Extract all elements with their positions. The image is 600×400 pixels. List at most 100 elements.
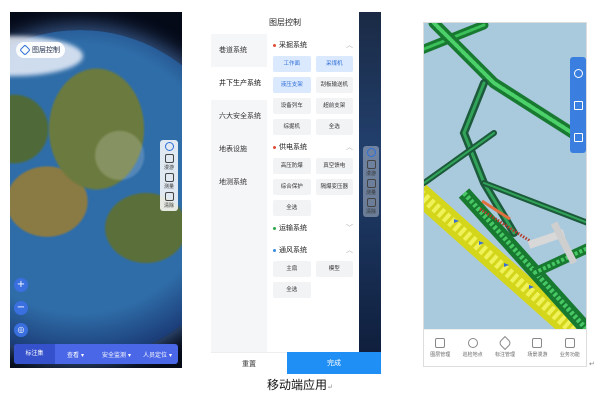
locate-button[interactable]: ◎ [14, 323, 28, 337]
tab-inspection-points[interactable]: 巡检地点 [456, 330, 488, 366]
chip-working-face[interactable]: 工作面 [273, 56, 311, 72]
measure-label: 测量 [163, 184, 174, 190]
nav-six-safety-systems[interactable]: 六大安全系统 [211, 100, 267, 133]
location-pin-icon [366, 148, 376, 157]
tab-view[interactable]: 查看 ▾ [55, 350, 96, 359]
tab-label: 业务功能 [559, 352, 580, 358]
section-ventilation[interactable]: 通风系统 ︿ [273, 243, 353, 257]
section-dot [273, 145, 276, 149]
tab-annotation-management[interactable]: 标注管理 [489, 330, 521, 366]
nav-survey-system[interactable]: 地测系统 [211, 166, 267, 199]
mining-chips: 工作面 采煤机 液压支架 刮板输送机 设备列车 超前支架 综掘机 全选 [273, 56, 353, 135]
chip-combined-protection[interactable]: 综合保护 [273, 179, 311, 195]
tab-business-functions[interactable]: 业务功能 [554, 330, 586, 366]
chevron-up-icon: ︿ [346, 143, 353, 151]
section-title: 供电系统 [279, 143, 307, 151]
chip-scraper-conveyor[interactable]: 刮板输送机 [315, 77, 353, 93]
chip-roadheader[interactable]: 综掘机 [273, 119, 311, 135]
return-mark: ↵ [327, 383, 333, 391]
panel-title: 图层控制 [269, 18, 301, 27]
chip-select-all[interactable]: 全选 [315, 119, 353, 135]
location-tool[interactable] [161, 142, 177, 152]
map-tools-behind: 漫游 测量 清除 [363, 146, 379, 217]
nav-underground-production[interactable]: 井下生产系统 [211, 67, 267, 100]
tab-scene-roaming[interactable]: 场景漫游 [521, 330, 553, 366]
layer-control-button[interactable]: 图层控制 [16, 42, 65, 58]
tab-safety-monitoring[interactable]: 安全监测 ▾ [96, 350, 137, 359]
chip-equipment-train[interactable]: 设备列车 [273, 98, 311, 114]
ruler-icon [366, 179, 376, 188]
map-background-strip: 漫游 测量 清除 [359, 12, 381, 364]
person-pin-icon [467, 338, 478, 348]
roam-label: 漫游 [365, 171, 376, 177]
layer-options-panel: 采掘系统 ︿ 工作面 采煤机 液压支架 刮板输送机 设备列车 超前支架 综掘机 全… [267, 34, 359, 352]
section-title: 采掘系统 [279, 41, 307, 49]
earth-globe[interactable] [10, 30, 182, 360]
clear-tool[interactable]: 清除 [161, 192, 177, 209]
done-button[interactable]: 完成 [287, 352, 381, 374]
zoom-out-button[interactable]: − [14, 301, 28, 315]
roam-tool[interactable]: 漫游 [161, 154, 177, 171]
roam-tool[interactable]: 漫游 [363, 160, 379, 177]
fan-icon[interactable] [573, 132, 583, 142]
chevron-up-icon: ︿ [346, 41, 353, 49]
wind-icon[interactable] [573, 100, 583, 110]
layers-icon [19, 44, 31, 56]
tab-label: 巡检地点 [462, 352, 483, 358]
tab-annotation-set[interactable]: 标注集 [14, 344, 55, 364]
reset-button[interactable]: 重置 [211, 352, 287, 374]
scene-tool-rail [570, 57, 586, 153]
map-tools: 漫游 测量 清除 [160, 140, 178, 211]
section-mining[interactable]: 采掘系统 ︿ [273, 38, 353, 52]
section-power[interactable]: 供电系统 ︿ [273, 140, 353, 154]
section-dot [273, 43, 276, 47]
nav-roadway-system[interactable]: 巷道系统 [211, 34, 267, 67]
clear-tool[interactable]: 清除 [363, 198, 379, 215]
layer-control-label: 图层控制 [32, 46, 60, 54]
globe-view-screen: 图层控制 漫游 测量 清除 + − ◎ 标注集 查看 ▾ 安全监测 ▾ 人员定位… [10, 12, 182, 368]
ventilation-chips: 主扇 模型 全选 [273, 261, 353, 298]
tab-layer-management[interactable]: 图层管理 [424, 330, 456, 366]
measure-label: 测量 [365, 190, 376, 196]
measure-tool[interactable]: 测量 [363, 179, 379, 196]
chip-advance-support[interactable]: 超前支架 [315, 98, 353, 114]
roam-icon [366, 160, 376, 169]
zoom-in-button[interactable]: + [14, 278, 28, 292]
section-title: 通风系统 [279, 246, 307, 254]
location-tool[interactable] [363, 148, 379, 158]
tunnel-network-drawing [424, 23, 586, 340]
category-nav: 巷道系统 井下生产系统 六大安全系统 地表设施 地测系统 [211, 34, 267, 352]
figure-caption: 移动端应用↵ [0, 376, 600, 393]
tab-label: 场景漫游 [527, 352, 548, 358]
tab-personnel-location[interactable]: 人员定位 ▾ [137, 350, 178, 359]
chevron-up-icon: ︿ [346, 246, 353, 254]
chip-flameproof-transformer[interactable]: 隔爆变压器 [315, 179, 353, 195]
section-title: 运输系统 [279, 224, 307, 232]
tab-label: 图层管理 [430, 352, 451, 358]
tunnel-3d-scene[interactable] [424, 23, 586, 340]
pin-icon [497, 335, 513, 351]
chevron-down-icon: ﹀ [346, 224, 353, 232]
ruler-icon [164, 173, 174, 182]
measure-tool[interactable]: 测量 [161, 173, 177, 190]
caption-text: 移动端应用 [267, 378, 328, 392]
green-tunnel-top [424, 23, 586, 237]
chip-shearer[interactable]: 采煤机 [315, 56, 353, 72]
section-transport[interactable]: 运输系统 ﹀ [273, 221, 353, 235]
chip-main-fan[interactable]: 主扇 [273, 261, 311, 277]
chip-hv-explosion-proof[interactable]: 高压防爆 [273, 158, 311, 174]
clear-label: 清除 [365, 209, 376, 215]
chip-hydraulic-support[interactable]: 液压支架 [273, 77, 311, 93]
panel-footer: 重置 完成 [211, 352, 381, 374]
tab-label: 标注管理 [495, 352, 516, 358]
location-pin-icon[interactable] [573, 68, 583, 78]
section-dot [273, 226, 276, 230]
eraser-icon [366, 198, 376, 207]
roam-icon [532, 338, 543, 348]
chip-select-all[interactable]: 全选 [273, 282, 311, 298]
chip-select-all[interactable]: 全选 [273, 200, 311, 216]
clear-label: 清除 [163, 203, 174, 209]
chip-vacuum-feeder[interactable]: 真空馈电 [315, 158, 353, 174]
nav-surface-facilities[interactable]: 地表设施 [211, 133, 267, 166]
chip-model[interactable]: 模型 [315, 261, 353, 277]
